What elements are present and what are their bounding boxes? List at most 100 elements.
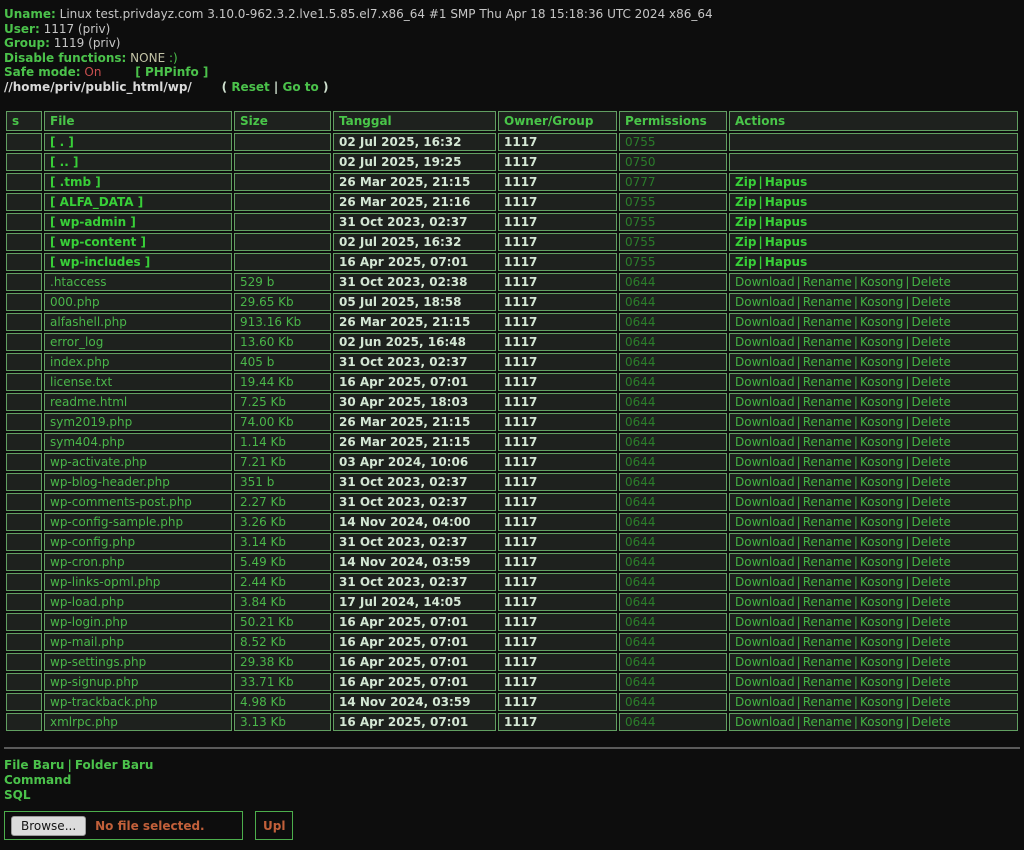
chmod-link[interactable]: 0644 bbox=[625, 715, 656, 729]
action-delete-link[interactable]: Delete bbox=[911, 315, 950, 329]
action-hapus-link[interactable]: Hapus bbox=[765, 255, 807, 269]
file-name-link[interactable]: sym2019.php bbox=[50, 415, 132, 429]
chmod-link[interactable]: 0644 bbox=[625, 535, 656, 549]
action-kosong-link[interactable]: Kosong bbox=[860, 435, 903, 449]
action-delete-link[interactable]: Delete bbox=[911, 355, 950, 369]
chmod-link[interactable]: 0755 bbox=[625, 255, 656, 269]
chmod-link[interactable]: 0644 bbox=[625, 455, 656, 469]
file-name-link[interactable]: [ .. ] bbox=[50, 155, 78, 169]
action-rename-link[interactable]: Rename bbox=[803, 715, 852, 729]
action-download-link[interactable]: Download bbox=[735, 675, 795, 689]
action-delete-link[interactable]: Delete bbox=[911, 495, 950, 509]
file-name-link[interactable]: xmlrpc.php bbox=[50, 715, 118, 729]
action-download-link[interactable]: Download bbox=[735, 655, 795, 669]
file-name-link[interactable]: wp-settings.php bbox=[50, 655, 146, 669]
chmod-link[interactable]: 0644 bbox=[625, 335, 656, 349]
chmod-link[interactable]: 0755 bbox=[625, 235, 656, 249]
chmod-link[interactable]: 0644 bbox=[625, 295, 656, 309]
action-delete-link[interactable]: Delete bbox=[911, 275, 950, 289]
action-rename-link[interactable]: Rename bbox=[803, 495, 852, 509]
action-download-link[interactable]: Download bbox=[735, 615, 795, 629]
action-download-link[interactable]: Download bbox=[735, 555, 795, 569]
file-name-link[interactable]: [ wp-admin ] bbox=[50, 215, 136, 229]
action-kosong-link[interactable]: Kosong bbox=[860, 675, 903, 689]
chmod-link[interactable]: 0644 bbox=[625, 395, 656, 409]
action-download-link[interactable]: Download bbox=[735, 335, 795, 349]
action-delete-link[interactable]: Delete bbox=[911, 535, 950, 549]
action-kosong-link[interactable]: Kosong bbox=[860, 415, 903, 429]
action-hapus-link[interactable]: Hapus bbox=[765, 175, 807, 189]
action-hapus-link[interactable]: Hapus bbox=[765, 195, 807, 209]
action-rename-link[interactable]: Rename bbox=[803, 615, 852, 629]
action-download-link[interactable]: Download bbox=[735, 475, 795, 489]
action-delete-link[interactable]: Delete bbox=[911, 295, 950, 309]
action-rename-link[interactable]: Rename bbox=[803, 395, 852, 409]
action-delete-link[interactable]: Delete bbox=[911, 395, 950, 409]
action-kosong-link[interactable]: Kosong bbox=[860, 355, 903, 369]
chmod-link[interactable]: 0644 bbox=[625, 675, 656, 689]
action-kosong-link[interactable]: Kosong bbox=[860, 375, 903, 389]
action-delete-link[interactable]: Delete bbox=[911, 635, 950, 649]
action-hapus-link[interactable]: Hapus bbox=[765, 215, 807, 229]
action-rename-link[interactable]: Rename bbox=[803, 535, 852, 549]
chmod-link[interactable]: 0644 bbox=[625, 415, 656, 429]
action-kosong-link[interactable]: Kosong bbox=[860, 615, 903, 629]
file-name-link[interactable]: [ .tmb ] bbox=[50, 175, 101, 189]
action-rename-link[interactable]: Rename bbox=[803, 415, 852, 429]
file-name-link[interactable]: wp-comments-post.php bbox=[50, 495, 192, 509]
action-delete-link[interactable]: Delete bbox=[911, 575, 950, 589]
action-zip-link[interactable]: Zip bbox=[735, 215, 756, 229]
action-kosong-link[interactable]: Kosong bbox=[860, 515, 903, 529]
action-kosong-link[interactable]: Kosong bbox=[860, 575, 903, 589]
action-download-link[interactable]: Download bbox=[735, 695, 795, 709]
action-delete-link[interactable]: Delete bbox=[911, 475, 950, 489]
action-rename-link[interactable]: Rename bbox=[803, 315, 852, 329]
file-name-link[interactable]: license.txt bbox=[50, 375, 112, 389]
action-rename-link[interactable]: Rename bbox=[803, 695, 852, 709]
file-name-link[interactable]: [ . ] bbox=[50, 135, 74, 149]
file-name-link[interactable]: wp-cron.php bbox=[50, 555, 125, 569]
file-name-link[interactable]: wp-mail.php bbox=[50, 635, 124, 649]
chmod-link[interactable]: 0644 bbox=[625, 655, 656, 669]
file-name-link[interactable]: alfashell.php bbox=[50, 315, 127, 329]
action-download-link[interactable]: Download bbox=[735, 375, 795, 389]
browse-button[interactable]: Browse... bbox=[11, 816, 86, 836]
sql-link[interactable]: SQL bbox=[4, 788, 31, 802]
action-download-link[interactable]: Download bbox=[735, 435, 795, 449]
action-rename-link[interactable]: Rename bbox=[803, 295, 852, 309]
action-delete-link[interactable]: Delete bbox=[911, 655, 950, 669]
action-kosong-link[interactable]: Kosong bbox=[860, 455, 903, 469]
action-rename-link[interactable]: Rename bbox=[803, 575, 852, 589]
action-kosong-link[interactable]: Kosong bbox=[860, 475, 903, 489]
chmod-link[interactable]: 0644 bbox=[625, 635, 656, 649]
action-kosong-link[interactable]: Kosong bbox=[860, 535, 903, 549]
action-download-link[interactable]: Download bbox=[735, 575, 795, 589]
action-download-link[interactable]: Download bbox=[735, 395, 795, 409]
action-kosong-link[interactable]: Kosong bbox=[860, 335, 903, 349]
action-download-link[interactable]: Download bbox=[735, 715, 795, 729]
action-delete-link[interactable]: Delete bbox=[911, 555, 950, 569]
file-name-link[interactable]: [ wp-includes ] bbox=[50, 255, 150, 269]
phpinfo-link[interactable]: [ PHPinfo ] bbox=[135, 65, 208, 79]
action-download-link[interactable]: Download bbox=[735, 355, 795, 369]
folder-baru-link[interactable]: Folder Baru bbox=[75, 758, 154, 772]
action-delete-link[interactable]: Delete bbox=[911, 415, 950, 429]
chmod-link[interactable]: 0755 bbox=[625, 135, 656, 149]
action-zip-link[interactable]: Zip bbox=[735, 175, 756, 189]
action-delete-link[interactable]: Delete bbox=[911, 335, 950, 349]
action-rename-link[interactable]: Rename bbox=[803, 515, 852, 529]
action-rename-link[interactable]: Rename bbox=[803, 655, 852, 669]
chmod-link[interactable]: 0644 bbox=[625, 355, 656, 369]
upload-button[interactable]: Upl bbox=[255, 811, 293, 840]
action-delete-link[interactable]: Delete bbox=[911, 515, 950, 529]
action-kosong-link[interactable]: Kosong bbox=[860, 275, 903, 289]
action-download-link[interactable]: Download bbox=[735, 455, 795, 469]
action-delete-link[interactable]: Delete bbox=[911, 715, 950, 729]
reset-link[interactable]: Reset bbox=[231, 80, 269, 94]
file-name-link[interactable]: index.php bbox=[50, 355, 109, 369]
file-name-link[interactable]: wp-config.php bbox=[50, 535, 135, 549]
action-kosong-link[interactable]: Kosong bbox=[860, 315, 903, 329]
action-zip-link[interactable]: Zip bbox=[735, 235, 756, 249]
chmod-link[interactable]: 0644 bbox=[625, 575, 656, 589]
file-name-link[interactable]: wp-activate.php bbox=[50, 455, 147, 469]
